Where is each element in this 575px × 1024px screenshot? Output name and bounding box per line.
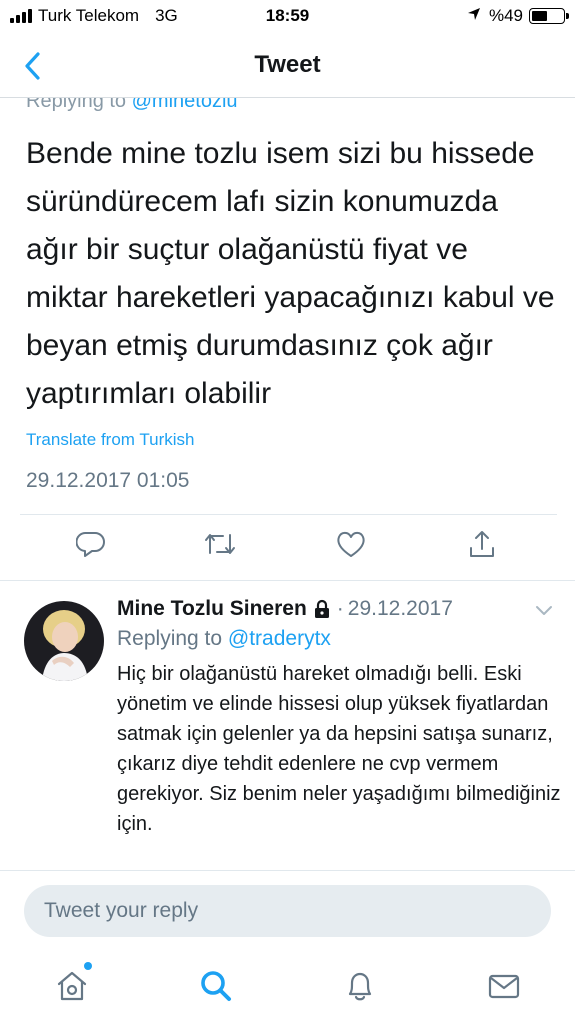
notification-dot [84, 962, 92, 970]
reply-header: Mine Tozlu Sineren · 29.12.2017 [117, 597, 453, 621]
tab-messages[interactable] [484, 966, 524, 1006]
reply-icon [76, 531, 105, 557]
tweet-actions [0, 526, 575, 570]
reply-composer [0, 870, 575, 950]
lock-icon [313, 599, 331, 619]
like-button[interactable] [333, 526, 369, 562]
tweet-text: Bende mine tozlu isem sizi bu hissede sü… [26, 137, 555, 410]
avatar-image [24, 601, 104, 681]
more-options-button[interactable] [535, 603, 553, 621]
replying-handle-link[interactable]: @minetozlu [132, 98, 238, 112]
page-title: Tweet [254, 51, 321, 78]
tweet-detail: Replying to @minetozlu Bende mine tozlu … [0, 98, 575, 870]
reply-text: Hiç bir olağanüstü hareket olmadığı bell… [117, 663, 561, 835]
nav-bar: Tweet [0, 34, 575, 98]
reply-separator: · [336, 597, 344, 620]
reply-replying-prefix: Replying to [117, 627, 223, 650]
retweet-button[interactable] [202, 526, 238, 562]
location-arrow-icon [467, 6, 481, 26]
battery-percent: %49 [488, 6, 523, 25]
bell-icon [348, 972, 372, 1001]
translate-link[interactable]: Translate from Turkish [26, 430, 194, 450]
share-button[interactable] [464, 526, 500, 562]
reply-date: 29.12.2017 [347, 597, 453, 620]
heart-icon [337, 531, 365, 557]
battery-fill [532, 11, 547, 21]
reply-input[interactable] [24, 885, 551, 937]
retweet-icon [205, 534, 235, 554]
tab-bar [0, 950, 575, 1024]
chevron-down-icon [536, 606, 552, 615]
reply-button[interactable] [73, 526, 109, 562]
tab-search[interactable] [196, 966, 236, 1006]
status-bar: Turk Telekom 3G 18:59 %49 [0, 0, 575, 34]
reply-author-name[interactable]: Mine Tozlu Sineren [117, 597, 307, 621]
replying-prefix: Replying to [26, 98, 127, 112]
avatar[interactable] [24, 601, 104, 681]
tweet-timestamp: 29.12.2017 01:05 [26, 469, 190, 492]
search-icon [201, 971, 231, 1001]
home-icon [57, 971, 87, 1001]
reply-replying-handle-link[interactable]: @traderytx [228, 627, 331, 650]
tab-home[interactable] [52, 962, 92, 1006]
status-bar-right: %49 [467, 6, 569, 26]
replying-to: Replying to @minetozlu [26, 98, 238, 113]
reply-replying-to: Replying to @traderytx [117, 627, 331, 651]
reply-tweet[interactable]: Mine Tozlu Sineren · 29.12.2017 Replying… [0, 581, 575, 870]
mail-icon [488, 974, 520, 999]
divider [20, 514, 557, 515]
tab-notifications[interactable] [340, 966, 380, 1006]
battery-icon [529, 8, 569, 24]
share-icon [470, 531, 494, 557]
